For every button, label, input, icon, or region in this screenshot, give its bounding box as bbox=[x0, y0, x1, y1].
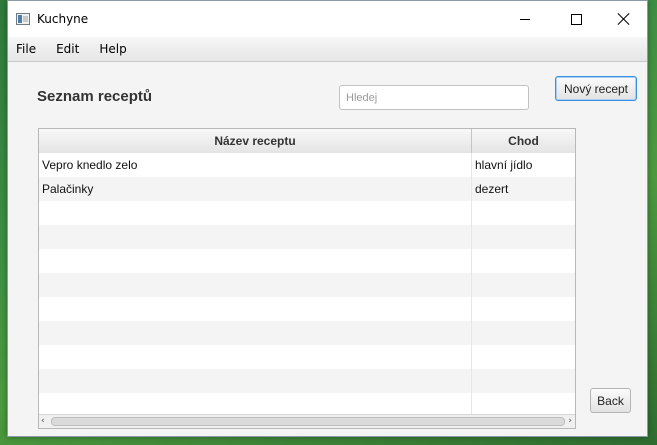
cell-course bbox=[472, 225, 575, 249]
cell-recipe-name bbox=[39, 273, 472, 297]
maximize-icon bbox=[570, 13, 582, 25]
cell-recipe-name bbox=[39, 345, 472, 369]
cell-course bbox=[472, 369, 575, 393]
cell-course bbox=[472, 297, 575, 321]
cell-recipe-name bbox=[39, 225, 472, 249]
chevron-right-icon[interactable]: › bbox=[568, 416, 572, 427]
cell-recipe-name bbox=[39, 201, 472, 225]
cell-course bbox=[472, 201, 575, 225]
cell-course: dezert bbox=[475, 182, 509, 196]
table-row[interactable]: Palačinky dezert bbox=[39, 177, 575, 201]
cell-recipe-name bbox=[39, 321, 472, 345]
menu-file[interactable]: File bbox=[8, 42, 46, 56]
table-row[interactable] bbox=[39, 369, 575, 393]
minimize-icon bbox=[520, 18, 530, 20]
cell-recipe-name: Vepro knedlo zelo bbox=[39, 153, 472, 177]
app-window: Kuchyne File Edit Help Seznam receptů No… bbox=[7, 0, 648, 437]
column-header-course[interactable]: Chod bbox=[472, 129, 575, 153]
title-bar[interactable]: Kuchyne bbox=[8, 1, 647, 37]
cell-recipe-name bbox=[39, 369, 472, 393]
column-header-recipe-name[interactable]: Název receptu bbox=[39, 129, 472, 153]
table-row[interactable] bbox=[39, 321, 575, 345]
horizontal-scrollbar[interactable]: ‹ › bbox=[39, 414, 575, 428]
table-row[interactable] bbox=[39, 345, 575, 369]
cell-course: hlavní jídlo bbox=[475, 158, 533, 172]
table-row[interactable] bbox=[39, 201, 575, 225]
recipe-table: Název receptu Chod Vepro knedlo zelo hlav… bbox=[38, 128, 576, 429]
cell-recipe-name bbox=[39, 297, 472, 321]
menu-edit[interactable]: Edit bbox=[46, 42, 89, 56]
cell-course bbox=[472, 321, 575, 345]
back-button[interactable]: Back bbox=[590, 388, 631, 413]
new-recipe-button[interactable]: Nový recept bbox=[555, 76, 637, 101]
window-title: Kuchyne bbox=[37, 12, 89, 26]
cell-course bbox=[472, 345, 575, 369]
page-title: Seznam receptů bbox=[37, 88, 153, 105]
app-window-icon bbox=[16, 13, 30, 25]
menu-bar: File Edit Help bbox=[8, 37, 647, 62]
table-row[interactable] bbox=[39, 297, 575, 321]
cell-recipe-name: Palačinky bbox=[39, 177, 472, 201]
search-input[interactable] bbox=[339, 85, 529, 110]
minimize-button[interactable] bbox=[502, 1, 548, 37]
table-row[interactable] bbox=[39, 249, 575, 273]
maximize-button[interactable] bbox=[553, 1, 599, 37]
cell-recipe-name bbox=[39, 249, 472, 273]
chevron-left-icon[interactable]: ‹ bbox=[41, 416, 45, 427]
scrollbar-thumb[interactable] bbox=[51, 417, 565, 426]
table-body: Vepro knedlo zelo hlavní jídlo Palačinky de… bbox=[39, 153, 575, 417]
table-row[interactable]: Vepro knedlo zelo hlavní jídlo bbox=[39, 153, 575, 177]
cell-course bbox=[472, 249, 575, 273]
close-button[interactable] bbox=[601, 1, 647, 37]
cell-course bbox=[472, 273, 575, 297]
close-icon bbox=[618, 13, 630, 25]
table-header: Název receptu Chod bbox=[39, 129, 575, 154]
table-row[interactable] bbox=[39, 225, 575, 249]
table-row[interactable] bbox=[39, 273, 575, 297]
menu-help[interactable]: Help bbox=[89, 42, 136, 56]
